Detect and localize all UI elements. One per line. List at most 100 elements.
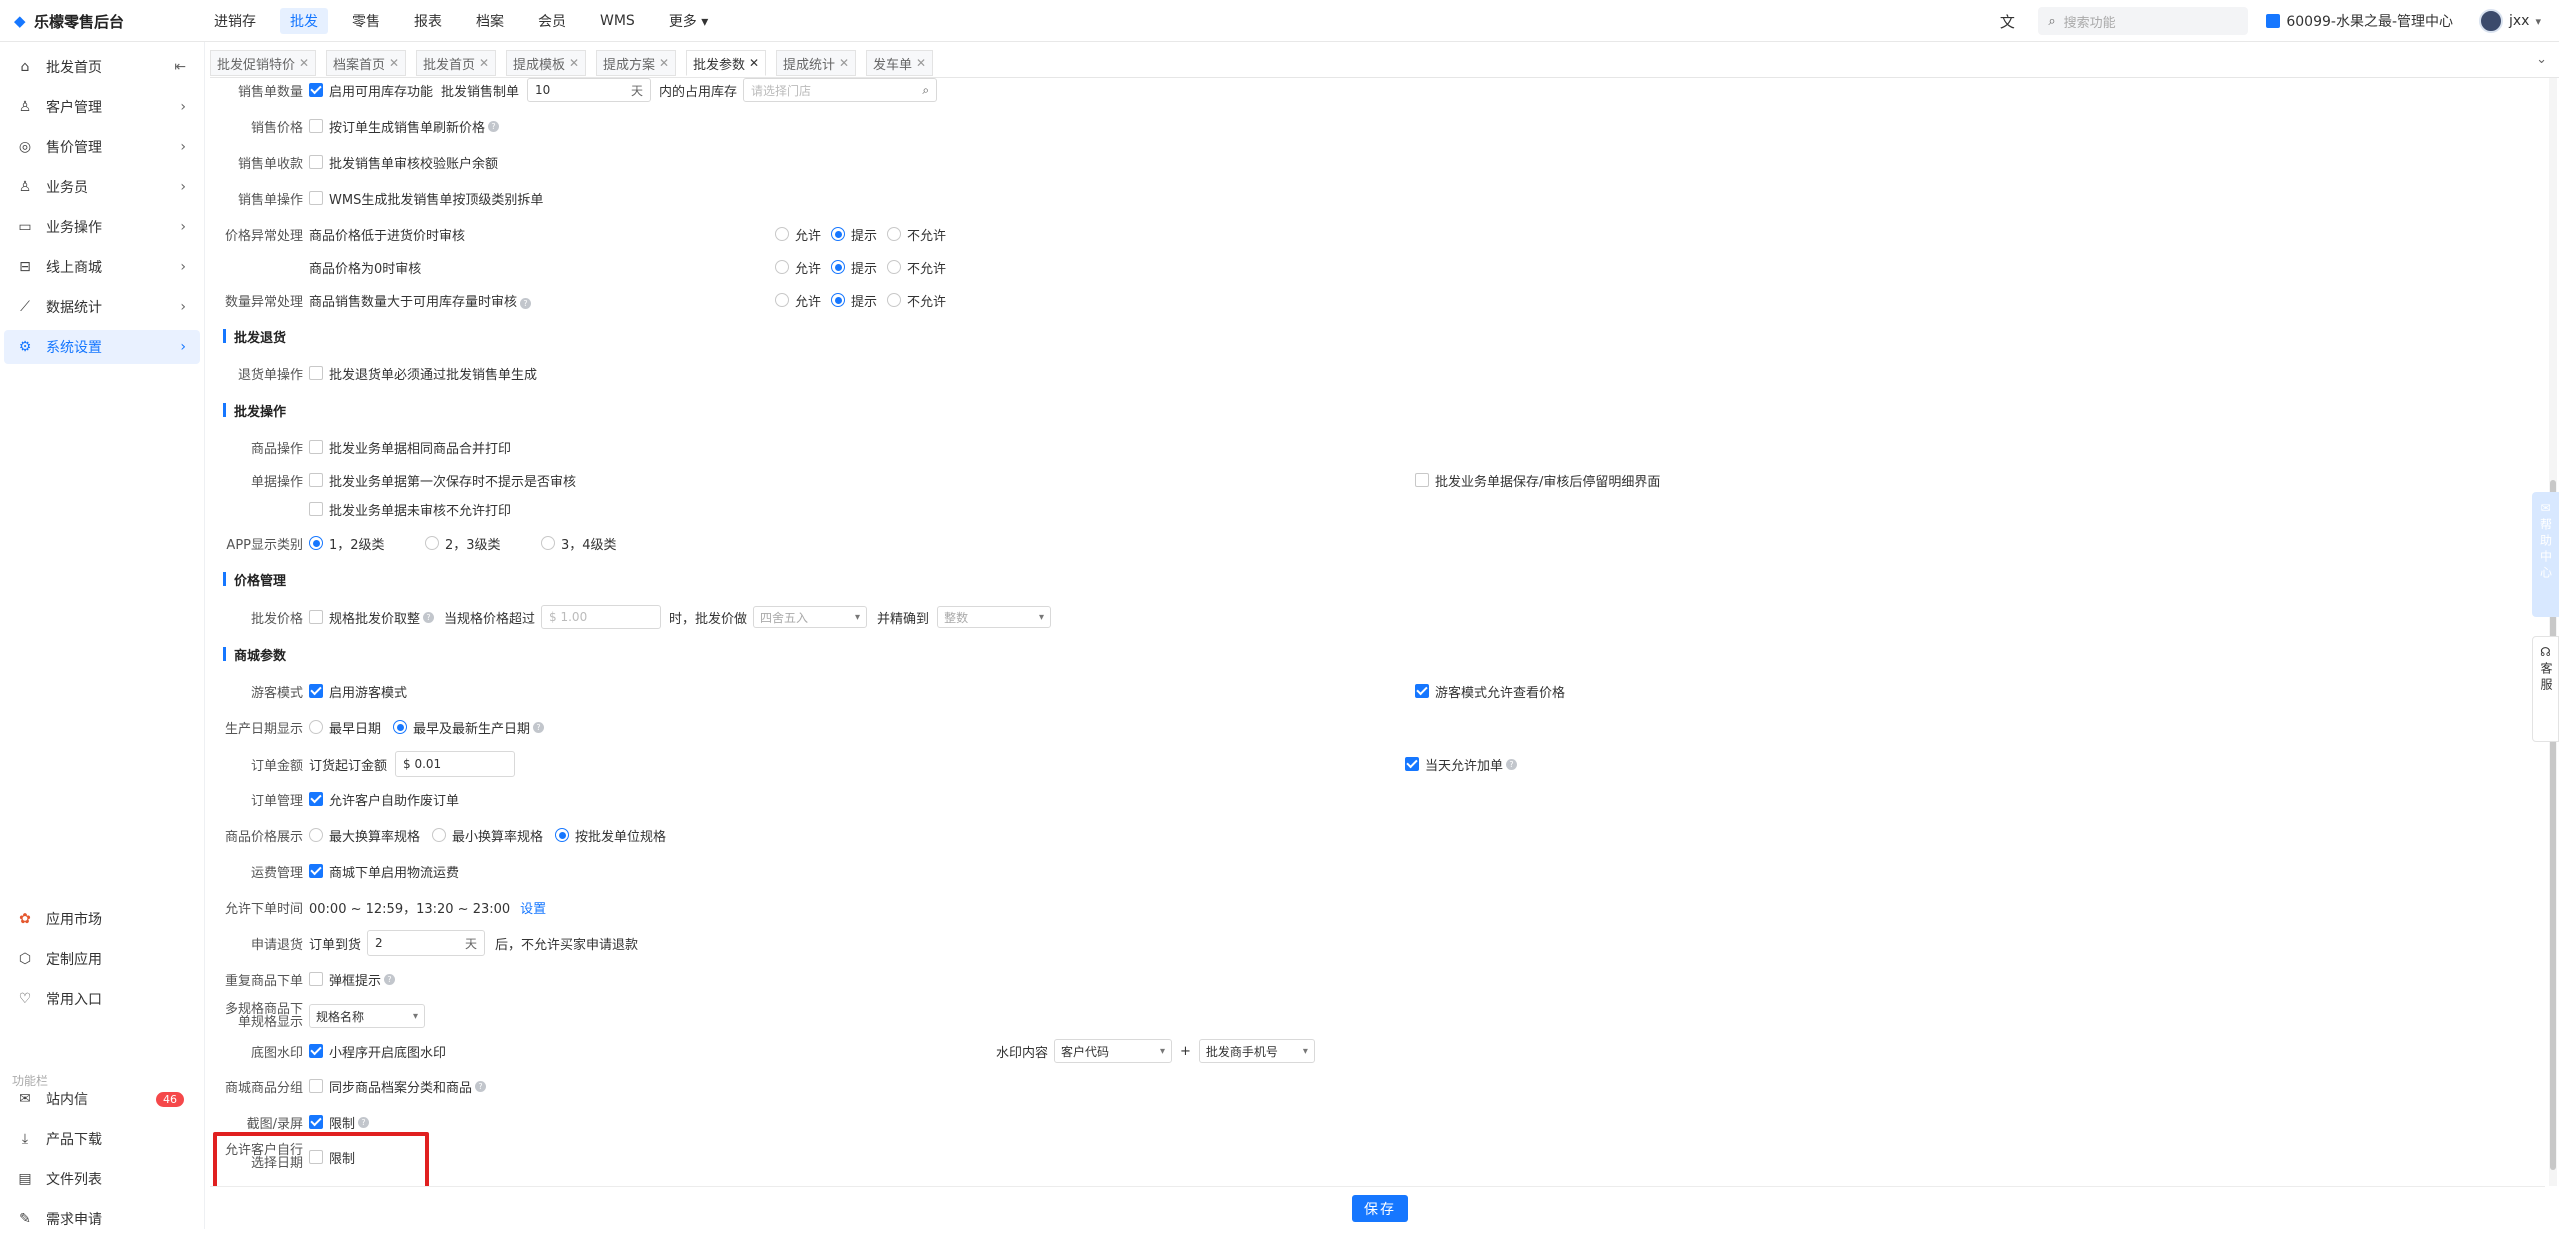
collapse-icon[interactable]: ⇤	[174, 59, 186, 75]
tab-promo[interactable]: 批发促销特价 ✕	[210, 50, 317, 76]
popup-tip-checkbox[interactable]	[309, 972, 323, 986]
nav-more[interactable]: 更多 ▾	[659, 8, 718, 34]
close-icon[interactable]: ✕	[839, 56, 849, 70]
info-icon[interactable]: ?	[423, 611, 435, 623]
logistics-fee-checkbox[interactable]	[309, 864, 323, 878]
org-switcher[interactable]: 60099-水果之最-管理中心	[2266, 11, 2453, 31]
wm-select-2[interactable]: 批发商手机号 ▾	[1198, 1039, 1315, 1063]
price-low-tip-radio[interactable]	[831, 227, 846, 241]
cat34-radio[interactable]	[541, 536, 555, 550]
nav-wms[interactable]: WMS	[590, 10, 645, 32]
sync-group-checkbox[interactable]	[309, 1079, 323, 1093]
min-rate-radio[interactable]	[432, 828, 447, 842]
price-zero-allow-radio[interactable]	[775, 260, 789, 274]
sidebar-item-settings[interactable]: ⚙ 系统设置 ›	[4, 330, 200, 364]
guest-price-checkbox[interactable]	[1415, 684, 1429, 698]
stay-detail-checkbox[interactable]	[1415, 473, 1429, 487]
save-button[interactable]: 保存	[1352, 1195, 1408, 1222]
add-today-checkbox[interactable]	[1405, 757, 1420, 771]
app-logo[interactable]: ◆ 乐檬零售后台	[14, 11, 124, 31]
info-icon[interactable]: ?	[384, 973, 396, 985]
info-icon[interactable]: ?	[475, 1080, 487, 1092]
spec-round-checkbox[interactable]	[309, 610, 323, 624]
close-icon[interactable]: ✕	[916, 56, 926, 70]
info-icon[interactable]: ?	[520, 297, 532, 309]
nav-jinxiaocun[interactable]: 进销存	[204, 8, 266, 34]
translate-icon[interactable]: 文	[1996, 11, 2018, 32]
search-input[interactable]: ⌕ 搜索功能	[2038, 7, 2249, 35]
sidebar-item-business[interactable]: ▭ 业务操作 ›	[4, 210, 200, 244]
tab-commission-template[interactable]: 提成模板 ✕	[506, 50, 587, 76]
nav-dangan[interactable]: 档案	[466, 8, 514, 34]
nav-huiyuan[interactable]: 会员	[528, 8, 576, 34]
multi-spec-select[interactable]: 规格名称 ▾	[309, 1004, 425, 1028]
sidebar-item-stats[interactable]: ⟋ 数据统计 ›	[4, 290, 200, 324]
price-low-allow-radio[interactable]	[775, 227, 789, 241]
over-price-input[interactable]: $ 1.00	[541, 605, 662, 629]
wm-select-1[interactable]: 客户代码 ▾	[1054, 1039, 1173, 1063]
sidebar-item-files[interactable]: ▤ 文件列表	[4, 1162, 200, 1196]
store-select[interactable]: 请选择门店 ⌕	[743, 78, 938, 102]
sidebar-item-app-market[interactable]: ✿ 应用市场	[4, 902, 200, 936]
sidebar-item-price[interactable]: ◎ 售价管理 ›	[4, 130, 200, 164]
round-select[interactable]: 四舍五入 ▾	[753, 606, 868, 628]
close-icon[interactable]: ✕	[479, 56, 489, 70]
sidebar-item-request[interactable]: ✎ 需求申请	[4, 1202, 200, 1236]
earliest-newest-radio[interactable]	[393, 720, 408, 734]
max-rate-radio[interactable]	[309, 828, 323, 842]
price-zero-tip-radio[interactable]	[831, 260, 846, 274]
chevron-down-icon[interactable]: ⌄	[2536, 52, 2547, 67]
cat23-radio[interactable]	[425, 536, 439, 550]
screenshot-limit-checkbox[interactable]	[309, 1115, 323, 1129]
by-unit-radio[interactable]	[555, 828, 570, 842]
qty-over-deny-radio[interactable]	[887, 293, 902, 307]
precise-select[interactable]: 整数 ▾	[937, 606, 1052, 628]
sidebar-item-mall[interactable]: ⊟ 线上商城 ›	[4, 250, 200, 284]
sidebar-item-download[interactable]: ⤓ 产品下载	[4, 1122, 200, 1156]
wm-enable-checkbox[interactable]	[309, 1044, 323, 1058]
tab-wholesale-home[interactable]: 批发首页 ✕	[416, 50, 497, 76]
cat12-radio[interactable]	[309, 536, 323, 550]
nav-baobiao[interactable]: 报表	[404, 8, 452, 34]
close-icon[interactable]: ✕	[299, 56, 309, 70]
enable-stock-checkbox[interactable]	[309, 83, 323, 97]
tab-commission-stats[interactable]: 提成统计 ✕	[776, 50, 857, 76]
tab-commission-plan[interactable]: 提成方案 ✕	[596, 50, 677, 76]
sidebar-item-favorites[interactable]: ♡ 常用入口	[4, 982, 200, 1016]
earliest-radio[interactable]	[309, 720, 323, 734]
min-amount-input[interactable]: $ 0.01	[395, 751, 516, 777]
no-print-checkbox[interactable]	[309, 502, 323, 516]
set-time-link[interactable]: 设置	[520, 898, 546, 917]
tab-dispatch[interactable]: 发车单 ✕	[866, 50, 934, 76]
refund-days-input[interactable]: 2天	[367, 930, 486, 956]
merge-print-checkbox[interactable]	[309, 440, 323, 454]
info-icon[interactable]: ?	[533, 721, 545, 733]
info-icon[interactable]: ?	[1506, 758, 1518, 770]
info-icon[interactable]: ?	[358, 1116, 370, 1128]
enable-guest-checkbox[interactable]	[309, 684, 323, 698]
close-icon[interactable]: ✕	[389, 56, 399, 70]
scrollbar[interactable]	[2549, 78, 2557, 1186]
return-must-checkbox[interactable]	[309, 366, 323, 380]
close-icon[interactable]: ✕	[569, 56, 579, 70]
tab-wholesale-params[interactable]: 批发参数 ✕	[686, 50, 767, 76]
sidebar-item-custom-app[interactable]: ⬡ 定制应用	[4, 942, 200, 976]
cancel-self-checkbox[interactable]	[309, 792, 323, 806]
close-icon[interactable]: ✕	[749, 56, 759, 70]
tab-archive-home[interactable]: 档案首页 ✕	[326, 50, 407, 76]
no-audit-prompt-checkbox[interactable]	[309, 473, 323, 487]
refresh-price-checkbox[interactable]	[309, 119, 323, 133]
info-icon[interactable]: ?	[488, 120, 500, 132]
sidebar-item-wholesale-home[interactable]: ⌂ 批发首页 ⇤	[4, 50, 200, 84]
price-low-deny-radio[interactable]	[887, 227, 902, 241]
sidebar-item-customer[interactable]: ♙ 客户管理 ›	[4, 90, 200, 124]
nav-lingshou[interactable]: 零售	[342, 8, 390, 34]
price-zero-deny-radio[interactable]	[887, 260, 902, 274]
sidebar-item-salesman[interactable]: ♙ 业务员 ›	[4, 170, 200, 204]
qty-over-allow-radio[interactable]	[775, 293, 789, 307]
sidebar-item-messages[interactable]: ✉ 站内信 46	[4, 1082, 200, 1116]
user-menu[interactable]: jxx ▾	[2479, 9, 2541, 33]
check-balance-checkbox[interactable]	[309, 155, 323, 169]
close-icon[interactable]: ✕	[659, 56, 669, 70]
nav-pifa[interactable]: 批发	[280, 8, 328, 34]
